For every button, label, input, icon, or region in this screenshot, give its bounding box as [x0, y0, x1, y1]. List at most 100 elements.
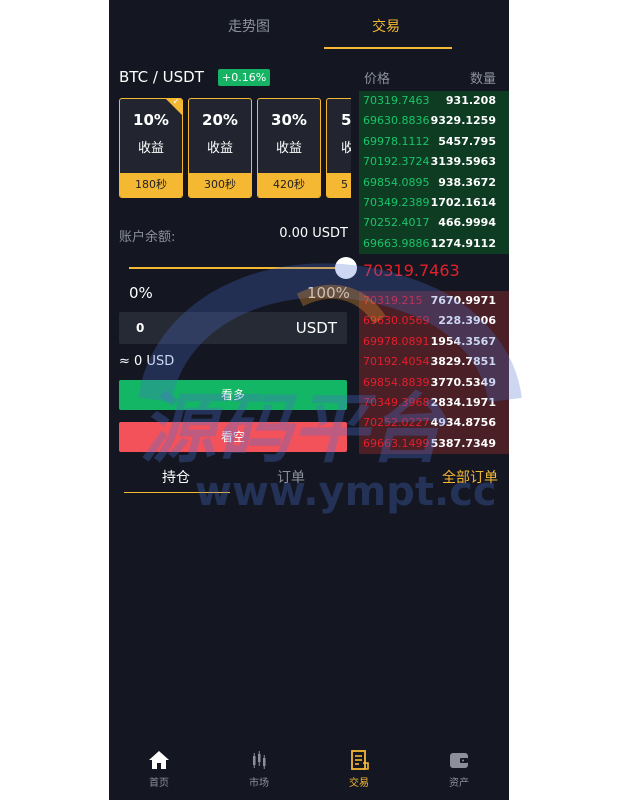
bid-price: 70349.2389: [363, 195, 430, 209]
balance-value: 0.00 USDT: [279, 226, 348, 241]
last-price: 70319.7463: [363, 261, 460, 280]
ask-qty: 2834.1971: [430, 395, 496, 409]
top-tabs: 走势图 交易: [109, 0, 509, 50]
amount-slider-thumb[interactable]: [335, 257, 357, 279]
bid-qty: 466.9994: [438, 216, 496, 230]
approx-usd: ≈ 0 USD: [119, 354, 175, 369]
card-time: 300秒: [189, 173, 251, 197]
ask-qty: 1954.3567: [430, 334, 496, 348]
ask-qty: 7670.9971: [430, 294, 496, 307]
card-label: 收: [341, 137, 351, 156]
bid-price: 69630.8836: [363, 114, 430, 128]
buy-long-button[interactable]: 看多: [119, 380, 347, 410]
duration-card[interactable]: 5 收 5: [326, 98, 351, 198]
tab-underline: [324, 47, 452, 49]
orderbook-row[interactable]: 69854.8839 3770.5349: [359, 373, 509, 393]
ask-price: 70349.3968: [363, 395, 430, 409]
orderbook-row[interactable]: 70252.4017 466.9994: [359, 213, 509, 233]
bid-qty: 938.3672: [438, 175, 496, 189]
nav-assets[interactable]: 资产: [409, 748, 509, 798]
nav-label: 首页: [149, 778, 169, 789]
sub-tab-underline: [124, 492, 230, 493]
ask-qty: 3770.5349: [430, 375, 496, 389]
nav-trade[interactable]: 交易: [309, 748, 409, 798]
ask-price: 69854.8839: [363, 375, 430, 389]
orderbook-bids: 70319.7463 931.208 69630.8836 9329.1259 69…: [359, 91, 509, 255]
bottom-nav: 首页 市场 交易 资产: [109, 744, 509, 800]
bid-price: 70252.4017: [363, 216, 430, 230]
bid-qty: 931.208: [445, 94, 496, 107]
orderbook-row[interactable]: 69630.8836 9329.1259: [359, 111, 509, 131]
card-percent: 30%: [271, 111, 307, 129]
duration-cards: ✓ 10% 收益 180秒 20% 收益 300秒 30% 收益 420秒 5 …: [119, 98, 351, 198]
bid-qty: 5457.795: [438, 134, 496, 148]
orderbook-row[interactable]: 70349.2389 1702.1614: [359, 193, 509, 213]
bid-qty: 1702.1614: [430, 195, 496, 209]
orderbook-row[interactable]: 70319.7463 931.208: [359, 91, 509, 111]
check-icon: ✓: [172, 98, 180, 107]
tab-chart[interactable]: 走势图: [228, 16, 270, 36]
nav-market[interactable]: 市场: [209, 748, 309, 798]
card-percent: 5: [341, 111, 351, 129]
orderbook-row[interactable]: 69630.0569 228.3906: [359, 311, 509, 331]
bid-qty: 9329.1259: [430, 114, 496, 128]
nav-label: 交易: [349, 778, 369, 789]
slider-max-label: 100%: [307, 284, 350, 302]
ask-qty: 228.3906: [438, 314, 496, 328]
ask-price: 69663.1499: [363, 436, 430, 450]
orderbook-row[interactable]: 70192.3724 3139.5963: [359, 152, 509, 172]
amount-unit: USDT: [295, 319, 337, 337]
bid-price: 69978.1112: [363, 134, 430, 148]
orderbook-row[interactable]: 70192.4054 3829.7851: [359, 352, 509, 372]
card-time: 420秒: [258, 173, 320, 197]
orderbook-asks: 70319.215 7670.9971 69630.0569 228.3906 69…: [359, 291, 509, 455]
wallet-icon: [450, 753, 468, 768]
tab-orders[interactable]: 订单: [277, 467, 305, 487]
nav-label: 资产: [449, 778, 469, 789]
card-time: 180秒: [120, 173, 182, 197]
slider-min-label: 0%: [129, 284, 153, 302]
card-percent: 10%: [133, 111, 169, 129]
card-label: 收益: [206, 141, 233, 156]
amount-input[interactable]: [134, 320, 258, 336]
amount-slider-track[interactable]: [129, 267, 347, 269]
card-time: 5: [327, 173, 351, 197]
tab-trade[interactable]: 交易: [372, 16, 400, 36]
nav-label: 市场: [249, 778, 269, 789]
orderbook-row[interactable]: 69854.0895 938.3672: [359, 173, 509, 193]
orderbook-row[interactable]: 69663.9886 1274.9112: [359, 234, 509, 254]
amount-field[interactable]: USDT: [119, 312, 347, 344]
bid-price: 70192.3724: [363, 155, 430, 169]
card-percent: 20%: [202, 111, 238, 129]
bid-qty: 1274.9112: [430, 236, 496, 250]
duration-card[interactable]: ✓ 10% 收益 180秒: [119, 98, 183, 198]
home-icon: [149, 751, 169, 769]
bid-price: 69663.9886: [363, 236, 430, 250]
orderbook-qty-header: 数量: [469, 72, 496, 87]
card-label: 收益: [137, 141, 164, 156]
bid-qty: 3139.5963: [430, 155, 496, 169]
orderbook-row[interactable]: 70319.215 7670.9971: [359, 291, 509, 311]
sell-short-button[interactable]: 看空: [119, 422, 347, 452]
duration-card[interactable]: 30% 收益 420秒: [257, 98, 321, 198]
bid-price: 70319.7463: [363, 94, 430, 107]
ask-qty: 3829.7851: [430, 355, 496, 369]
all-orders-link[interactable]: 全部订单: [442, 467, 498, 487]
orderbook-price-header: 价格: [364, 72, 391, 87]
card-label: 收益: [275, 141, 302, 156]
ask-price: 69978.0891: [363, 334, 430, 348]
pair-name: BTC / USDT: [119, 68, 204, 86]
orderbook-row[interactable]: 69978.0891 1954.3567: [359, 332, 509, 352]
ask-qty: 5387.7349: [430, 436, 496, 450]
duration-card[interactable]: 20% 收益 300秒: [188, 98, 252, 198]
orderbook-row[interactable]: 70349.3968 2834.1971: [359, 393, 509, 413]
phone-screen: 走势图 交易 BTC / USDT +0.16% ✓ 10% 收益 180秒 2…: [109, 0, 509, 800]
tab-positions[interactable]: 持仓: [162, 467, 190, 487]
orderbook-row[interactable]: 70252.0227 4934.8756: [359, 413, 509, 433]
ask-price: 70192.4054: [363, 355, 430, 369]
nav-home[interactable]: 首页: [109, 748, 209, 798]
market-icon: [253, 751, 266, 769]
ask-price: 69630.0569: [363, 314, 430, 328]
orderbook-row[interactable]: 69978.1112 5457.795: [359, 132, 509, 152]
orderbook-row[interactable]: 69663.1499 5387.7349: [359, 434, 509, 454]
